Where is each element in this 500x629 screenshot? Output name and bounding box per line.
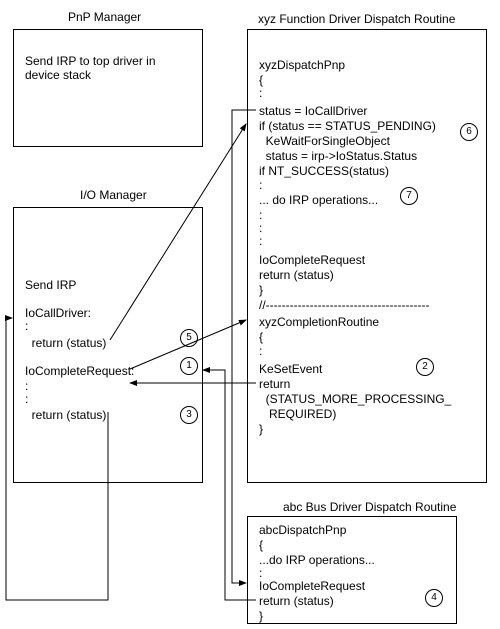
io-iocall: IoCallDriver: [25, 306, 91, 320]
xyz-title: xyz Function Driver Dispatch Routine [258, 12, 455, 26]
step-1: 1 [180, 357, 198, 375]
abc-l4: IoCompleteRequest [259, 579, 365, 593]
xyz-l13: xyzCompletionRoutine [259, 315, 379, 329]
diagram-canvas: PnP Manager I/O Manager xyz Function Dri… [0, 0, 500, 629]
abc-l1: abcDispatchPnp [259, 523, 346, 537]
io-ret1: return (status) [25, 336, 106, 350]
xyz-l1: xyzDispatchPnp [259, 58, 345, 72]
io-ret2: return (status) [25, 408, 106, 422]
xyz-l7: if NT_SUCCESS(status) [259, 164, 389, 178]
xyz-l8: ... do IRP operations... [259, 193, 378, 207]
xyz-l15: KeSetEvent [259, 362, 322, 376]
abc-l6: } [259, 609, 263, 623]
xyz-l14: { [259, 330, 263, 344]
xyz-l5: KeWaitForSingleObject [259, 134, 390, 148]
xyz-l4: if (status == STATUS_PENDING) [259, 119, 436, 133]
xyz-l17: (STATUS_MORE_PROCESSING_ [259, 392, 451, 406]
io-box: Send IRP IoCallDriver: : return (status)… [13, 207, 203, 483]
xyz-l9: IoCompleteRequest [259, 253, 365, 267]
step-4: 4 [425, 589, 443, 607]
pnp-line1: Send IRP to top driver in [25, 54, 156, 68]
xyz-box: xyzDispatchPnp { : status = IoCallDriver… [247, 29, 487, 483]
io-sendirp: Send IRP [25, 278, 76, 292]
xyz-l2: { [259, 73, 263, 87]
io-title: I/O Manager [80, 188, 147, 202]
xyz-l3: status = IoCallDriver [259, 104, 367, 118]
xyz-l18: REQUIRED) [259, 407, 336, 421]
xyz-l11: } [259, 283, 263, 297]
step-2: 2 [416, 358, 434, 376]
abc-box: abcDispatchPnp { ...do IRP operations...… [247, 516, 457, 624]
pnp-box: Send IRP to top driver in device stack [13, 29, 203, 147]
pnp-line2: device stack [25, 68, 91, 82]
io-iocomplete: IoCompleteRequest: [25, 364, 134, 378]
abc-l5: return (status) [259, 594, 334, 608]
pnp-title: PnP Manager [68, 10, 141, 24]
abc-title: abc Bus Driver Dispatch Routine [283, 500, 456, 514]
xyz-l10: return (status) [259, 268, 334, 282]
abc-l3: ...do IRP operations... [259, 553, 375, 567]
xyz-l12: //--------------------------------------… [259, 298, 430, 312]
xyz-l19: } [259, 422, 263, 436]
xyz-l6: status = irp->IoStatus.Status [259, 149, 417, 163]
step-5: 5 [180, 329, 198, 347]
xyz-l16: return [259, 377, 290, 391]
step-3: 3 [180, 406, 198, 424]
step-7: 7 [400, 187, 418, 205]
abc-l2: { [259, 538, 263, 552]
step-6: 6 [460, 123, 478, 141]
